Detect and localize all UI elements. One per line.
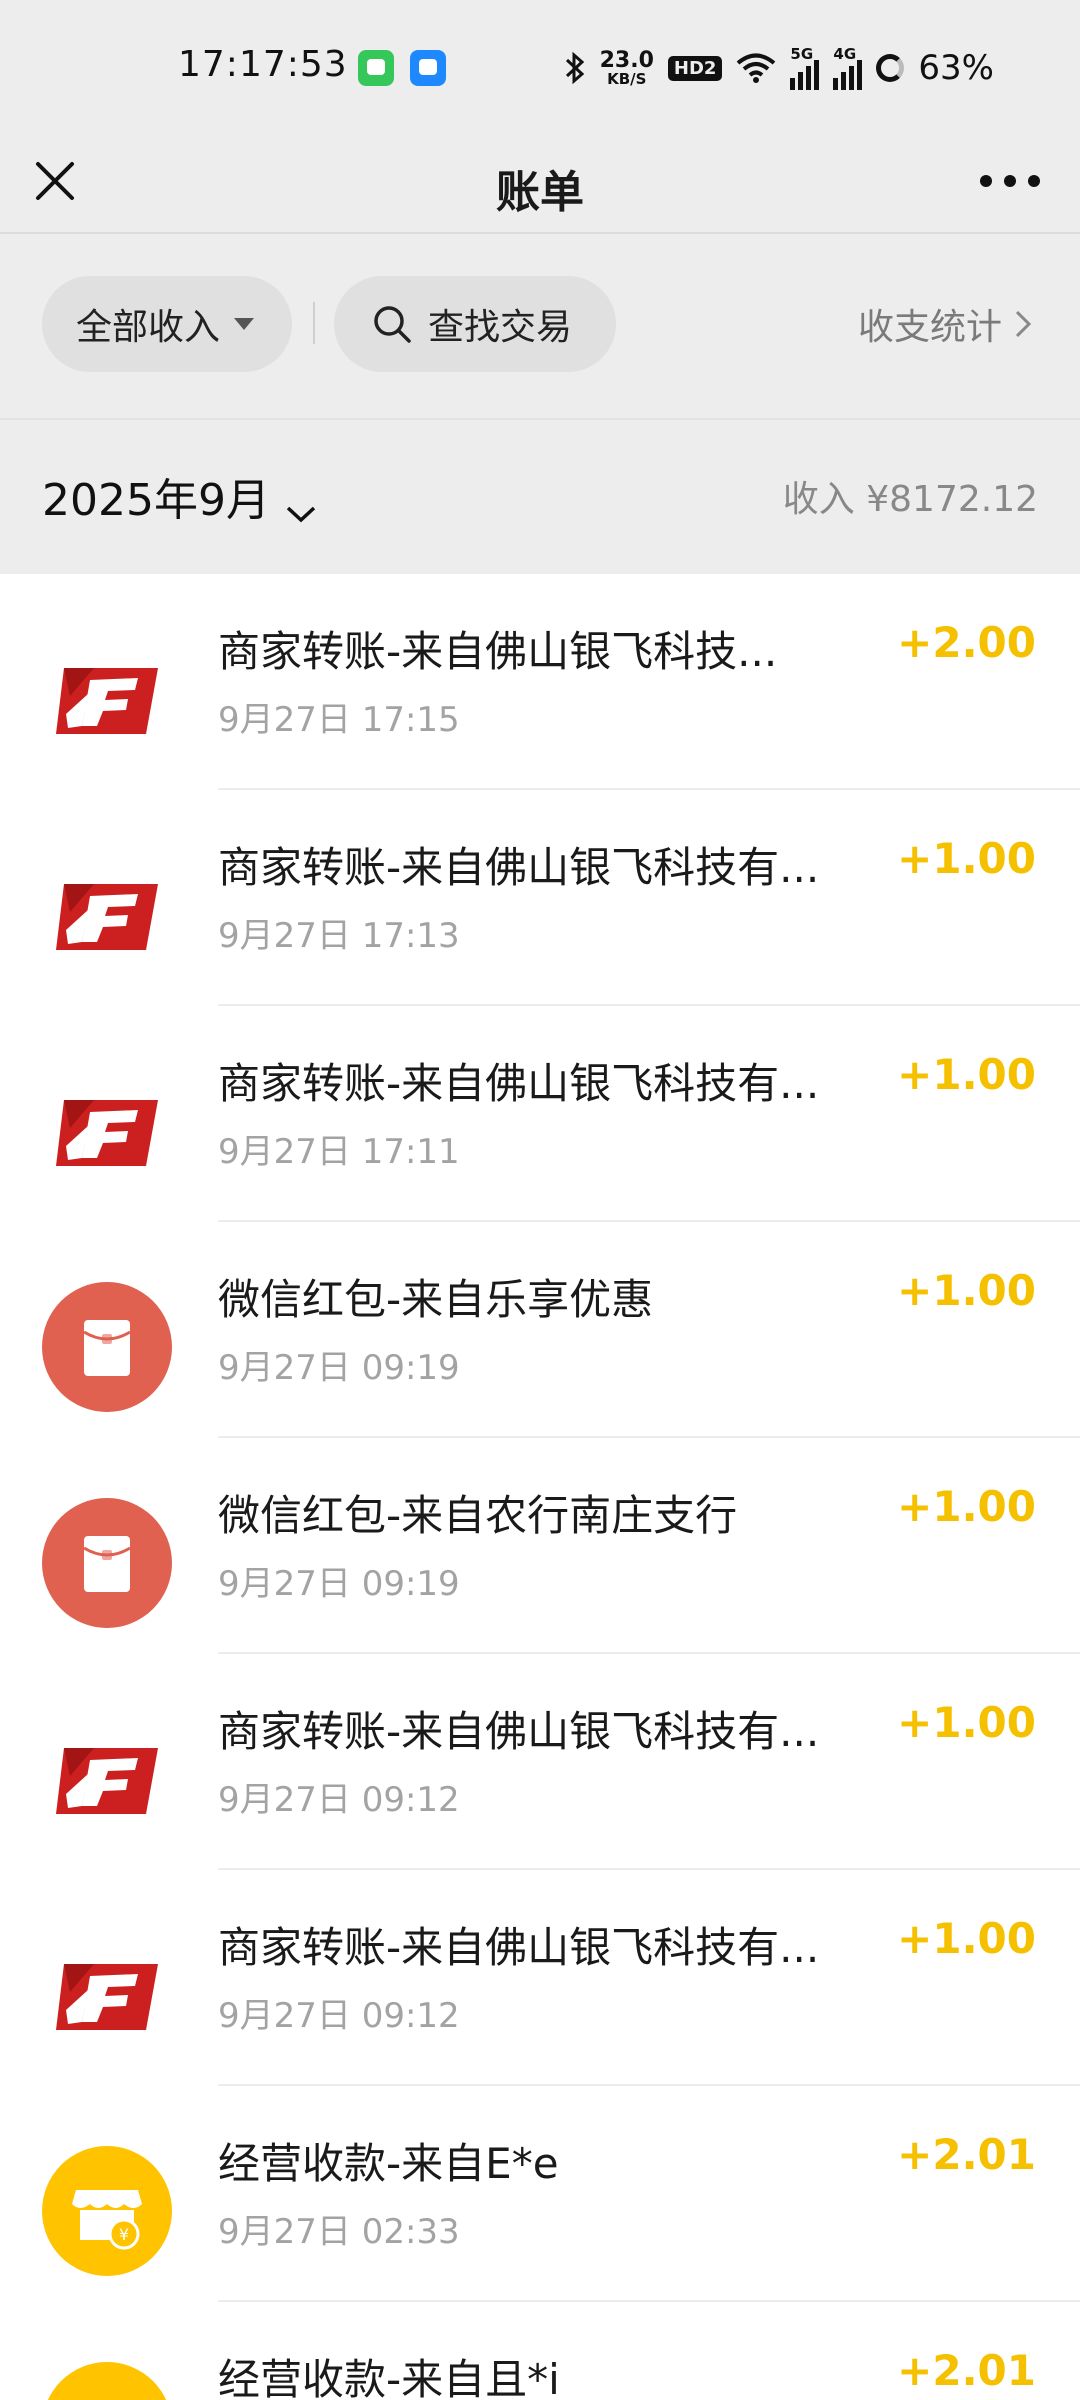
- transaction-time: 9月27日 09:19: [218, 1348, 460, 1388]
- month-selector[interactable]: 2025年9月: [42, 464, 318, 528]
- transaction-time: 9月27日 17:15: [218, 700, 460, 740]
- transaction-amount: +1.00: [897, 1698, 1036, 1747]
- merchant-f-icon: [42, 850, 172, 980]
- transaction-row[interactable]: 商家转账-来自佛山银飞科技... 9月27日 17:15 +2.00: [0, 574, 1080, 790]
- network-speed-value: 23.0: [599, 47, 654, 73]
- transaction-row[interactable]: 经营收款-来自且*i +2.01: [0, 2302, 1080, 2400]
- business-income-icon: [42, 2362, 172, 2400]
- transaction-title: 经营收款-来自E*e: [218, 2139, 559, 2188]
- transaction-title: 商家转账-来自佛山银飞科技有...: [218, 1923, 820, 1972]
- category-filter-button[interactable]: 全部收入: [42, 276, 292, 372]
- red-packet-icon: [42, 1498, 172, 1628]
- search-transactions-button[interactable]: 查找交易: [334, 276, 616, 372]
- status-time: 17:17:53: [178, 44, 348, 85]
- status-bar: 17:17:53 23.0 KB/S HD2 5G 4G 63%: [0, 0, 1080, 134]
- transaction-row[interactable]: 微信红包-来自农行南庄支行 9月27日 09:19 +1.00: [0, 1438, 1080, 1654]
- transaction-amount: +2.00: [897, 618, 1036, 667]
- signal-sim2-icon: 4G: [833, 46, 863, 90]
- phone-app-icon: [410, 50, 446, 86]
- transaction-amount: +1.00: [897, 1482, 1036, 1531]
- stats-label: 收支统计: [857, 307, 1002, 348]
- network-speed-unit: KB/S: [607, 69, 647, 88]
- transaction-row[interactable]: 商家转账-来自佛山银飞科技有... 9月27日 09:12 +1.00: [0, 1654, 1080, 1870]
- transaction-row[interactable]: 经营收款-来自E*e 9月27日 02:33 +2.01: [0, 2086, 1080, 2302]
- month-income-summary: 收入 ¥8172.12: [782, 479, 1038, 520]
- business-income-icon: [42, 2146, 172, 2276]
- caret-down-icon: [234, 318, 255, 330]
- network-speed: 23.0 KB/S: [599, 47, 654, 88]
- month-label: 2025年9月: [42, 475, 270, 526]
- more-options-icon[interactable]: [980, 166, 1040, 196]
- income-expense-stats-link[interactable]: 收支统计: [858, 298, 1034, 350]
- bluetooth-icon: [564, 51, 586, 85]
- search-label: 查找交易: [428, 307, 573, 348]
- transaction-row[interactable]: 微信红包-来自乐享优惠 9月27日 09:19 +1.00: [0, 1222, 1080, 1438]
- month-header: 2025年9月 收入 ¥8172.12: [0, 418, 1080, 574]
- transaction-title: 商家转账-来自佛山银飞科技有...: [218, 1059, 820, 1108]
- chevron-down-icon: [284, 485, 318, 523]
- transaction-title: 商家转账-来自佛山银飞科技有...: [218, 843, 820, 892]
- transaction-amount: +1.00: [897, 1914, 1036, 1963]
- wifi-icon: [736, 52, 776, 84]
- merchant-f-icon: [42, 1714, 172, 1844]
- category-filter-label: 全部收入: [76, 307, 221, 348]
- transaction-time: 9月27日 09:12: [218, 1780, 460, 1820]
- transaction-amount: +1.00: [897, 1266, 1036, 1315]
- transaction-amount: +1.00: [897, 1050, 1036, 1099]
- red-packet-icon: [42, 1282, 172, 1412]
- transaction-amount: +2.01: [897, 2130, 1036, 2179]
- transaction-row[interactable]: 商家转账-来自佛山银飞科技有... 9月27日 09:12 +1.00: [0, 1870, 1080, 2086]
- transaction-row[interactable]: 商家转账-来自佛山银飞科技有... 9月27日 17:11 +1.00: [0, 1006, 1080, 1222]
- nav-bar: 账单: [0, 134, 1080, 234]
- battery-icon: [876, 54, 905, 82]
- chevron-right-icon: [1012, 307, 1034, 341]
- transaction-time: 9月27日 17:11: [218, 1132, 460, 1172]
- transaction-title: 微信红包-来自农行南庄支行: [218, 1491, 738, 1540]
- transaction-title: 微信红包-来自乐享优惠: [218, 1275, 654, 1324]
- hd-voice-icon: HD2: [667, 55, 723, 81]
- transaction-time: 9月27日 09:19: [218, 1564, 460, 1604]
- messages-app-icon: [358, 50, 394, 86]
- transaction-title: 商家转账-来自佛山银飞科技有...: [218, 1707, 820, 1756]
- signal-sim1-icon: 5G: [790, 46, 820, 90]
- transaction-amount: +2.01: [897, 2346, 1036, 2395]
- filter-bar: 全部收入 查找交易 收支统计: [0, 234, 1080, 418]
- battery-percent: 63%: [918, 48, 994, 88]
- status-icons: 23.0 KB/S HD2 5G 4G 63%: [564, 40, 994, 96]
- merchant-f-icon: [42, 634, 172, 764]
- transaction-row[interactable]: 商家转账-来自佛山银飞科技有... 9月27日 17:13 +1.00: [0, 790, 1080, 1006]
- transaction-title: 商家转账-来自佛山银飞科技...: [218, 627, 778, 676]
- transaction-amount: +1.00: [897, 834, 1036, 883]
- transaction-time: 9月27日 02:33: [218, 2212, 460, 2252]
- merchant-f-icon: [42, 1930, 172, 2060]
- transaction-time: 9月27日 09:12: [218, 1996, 460, 2036]
- transaction-list: 商家转账-来自佛山银飞科技... 9月27日 17:15 +2.00 商家转账-来自佛…: [0, 574, 1080, 2400]
- merchant-f-icon: [42, 1066, 172, 1196]
- transaction-title: 经营收款-来自且*i: [218, 2355, 560, 2400]
- filter-divider: [313, 302, 315, 344]
- search-icon: [372, 304, 412, 344]
- transaction-time: 9月27日 17:13: [218, 916, 460, 956]
- page-title: 账单: [496, 167, 584, 218]
